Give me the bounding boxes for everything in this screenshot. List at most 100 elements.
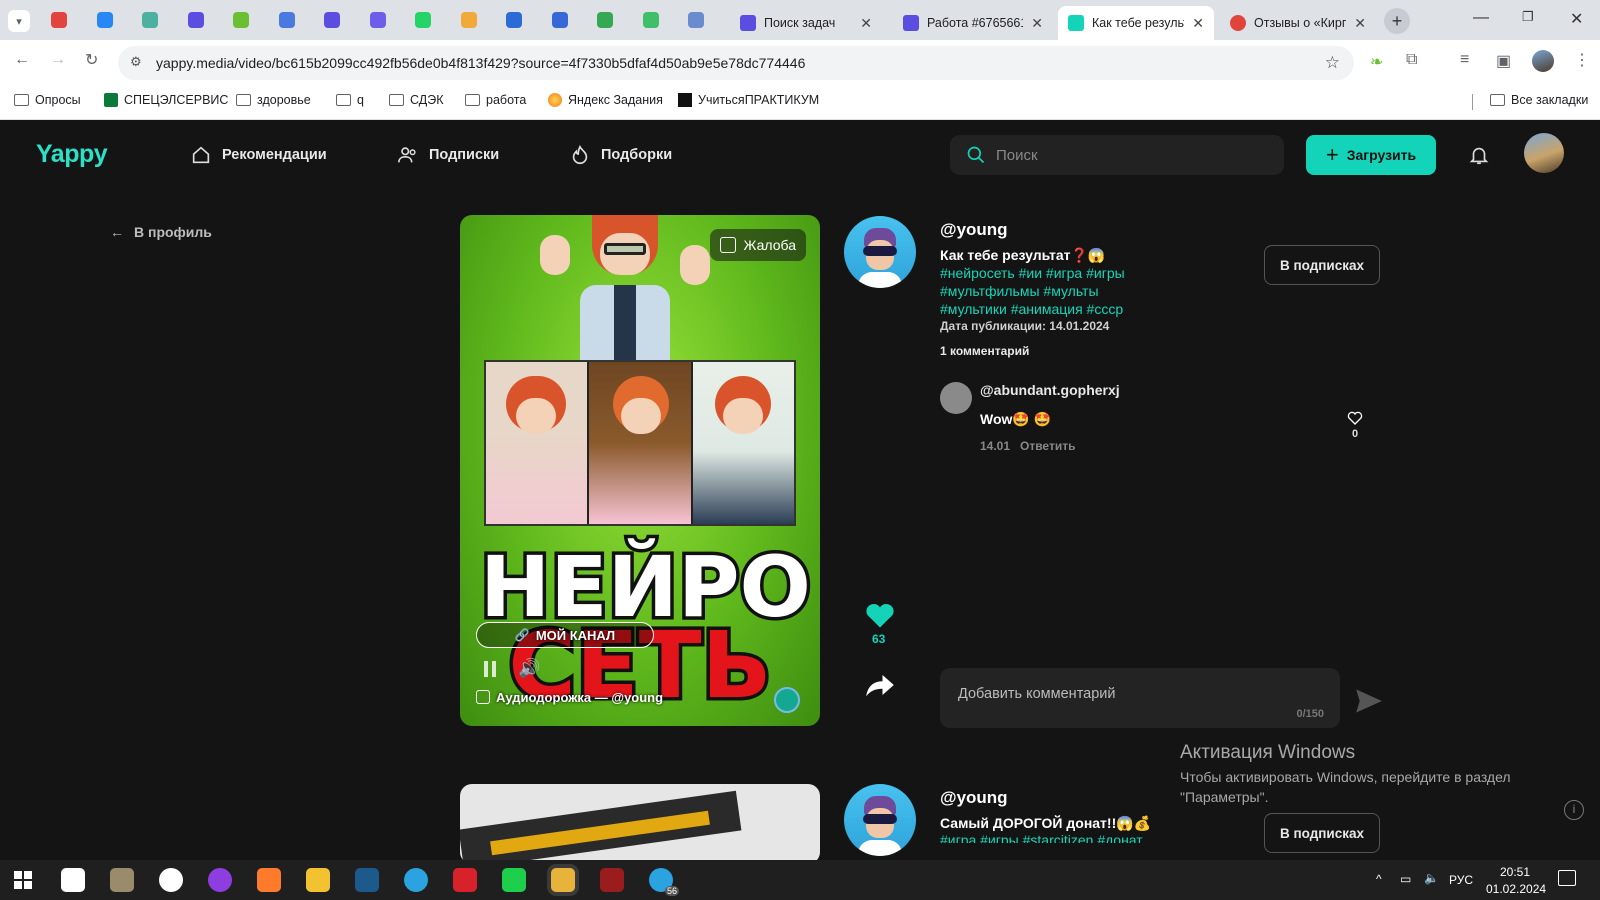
steam-icon[interactable] (355, 868, 379, 892)
pinned-tab[interactable] (365, 8, 391, 32)
tab-search-icon[interactable]: ▾ (8, 10, 30, 32)
bookmark-work[interactable]: работа (465, 93, 526, 107)
complaint-button[interactable]: Жалоба (709, 229, 806, 261)
tab-current-video[interactable]: Как тебе результат✕ (1058, 6, 1214, 40)
pinned-tab[interactable] (410, 8, 436, 32)
site-settings-icon[interactable]: ⚙ (130, 54, 142, 70)
network-icon[interactable]: ▭ (1400, 872, 1411, 886)
volume-icon[interactable]: 🔊 (518, 658, 540, 679)
subscribed-button[interactable]: В подписках (1264, 245, 1380, 285)
close-icon[interactable]: ✕ (860, 15, 872, 32)
dota-icon[interactable] (600, 868, 624, 892)
yappy-logo[interactable]: Yappy (36, 140, 108, 169)
pinned-tab[interactable] (92, 8, 118, 32)
all-bookmarks[interactable]: Все закладки (1490, 93, 1588, 107)
audio-avatar[interactable] (774, 687, 800, 713)
next-video-player[interactable] (460, 784, 820, 864)
comment-input[interactable]: Добавить комментарий 0/150 (940, 668, 1340, 728)
channel-name[interactable]: @young (940, 220, 1008, 240)
pinned-tab[interactable] (228, 8, 254, 32)
heart-icon[interactable] (865, 601, 895, 629)
pinned-tab[interactable] (456, 8, 482, 32)
comment-author[interactable]: @abundant.gopherxj (980, 382, 1120, 398)
search-input[interactable]: Поиск (950, 135, 1284, 175)
bell-icon[interactable] (1468, 144, 1490, 166)
bookmark-specelservis[interactable]: СПЕЦЭЛСЕРВИС (104, 93, 228, 107)
notifications-icon[interactable] (1558, 870, 1576, 886)
nav-recommendations[interactable]: Рекомендации (190, 144, 327, 166)
tray-chevron-icon[interactable]: ^ (1376, 872, 1382, 886)
upload-button[interactable]: + Загрузить (1306, 135, 1436, 175)
reply-link[interactable]: Ответить (1020, 439, 1075, 453)
new-tab-button[interactable]: + (1384, 8, 1410, 34)
subscribed-button-2[interactable]: В подписках (1264, 813, 1380, 853)
close-icon[interactable]: ✕ (1354, 15, 1366, 32)
bookmark-yandex-tasks[interactable]: Яндекс Задания (548, 93, 663, 107)
tab-work[interactable]: Работа #6765661 ✕ (893, 6, 1053, 40)
pinned-tab[interactable] (46, 8, 72, 32)
media-controls-icon[interactable]: ≡ (1460, 51, 1469, 69)
bookmark-health[interactable]: здоровье (236, 93, 311, 107)
pinned-tab[interactable] (592, 8, 618, 32)
profile-avatar[interactable] (1532, 50, 1554, 72)
close-icon[interactable]: ✕ (1192, 15, 1204, 32)
window-close-icon[interactable]: ✕ (1570, 9, 1583, 29)
pinned-tab[interactable] (137, 8, 163, 32)
restore-icon[interactable]: ❐ (1522, 9, 1534, 25)
send-icon[interactable] (1355, 688, 1383, 714)
reload-icon[interactable]: ↻ (85, 50, 98, 70)
user-avatar[interactable] (1524, 133, 1564, 173)
minimize-icon[interactable]: — (1473, 9, 1489, 27)
heart-outline-icon[interactable] (1347, 410, 1363, 426)
info-icon[interactable]: i (1564, 800, 1584, 820)
tab-reviews[interactable]: Отзывы о «Кирп ✕ (1220, 6, 1376, 40)
tab-task-search[interactable]: Поиск задач ✕ (730, 6, 882, 40)
file-explorer-icon[interactable] (306, 868, 330, 892)
my-channel-chip[interactable]: 🔗 МОЙ КАНАЛ (476, 622, 654, 648)
forward-arrow-icon[interactable]: → (50, 51, 66, 69)
audio-app-icon[interactable] (110, 868, 134, 892)
chrome-icon[interactable] (551, 868, 575, 892)
post-hashtags[interactable]: #нейросеть #ии #игра #игры #мультфильмы … (940, 264, 1155, 318)
clock-time[interactable]: 20:51 (1500, 865, 1530, 879)
yandex-browser-icon[interactable] (159, 868, 183, 892)
commenter-avatar[interactable] (940, 382, 972, 414)
pinned-tab[interactable] (274, 8, 300, 32)
close-icon[interactable]: ✕ (1031, 15, 1043, 32)
back-arrow-icon[interactable]: ← (14, 51, 30, 69)
telegram-badge-icon[interactable]: 56 (649, 868, 679, 896)
clock-date[interactable]: 01.02.2024 (1486, 882, 1546, 896)
pinwheel-icon[interactable] (61, 868, 85, 892)
back-to-profile-link[interactable]: ← В профиль (110, 224, 212, 240)
tor-browser-icon[interactable] (208, 868, 232, 892)
drop-app-icon[interactable] (257, 868, 281, 892)
pinned-tab[interactable] (638, 8, 664, 32)
bookmark-cdek[interactable]: СДЭК (389, 93, 443, 107)
windows-start-icon[interactable] (14, 871, 32, 889)
volume-icon[interactable]: 🔈 (1424, 871, 1439, 885)
audio-track-label[interactable]: Аудиодорожка — @young (496, 690, 663, 705)
bookmark-q[interactable]: q (336, 93, 364, 107)
razer-icon[interactable] (502, 868, 526, 892)
pause-icon[interactable] (484, 661, 498, 677)
pinned-tab[interactable] (683, 8, 709, 32)
pinned-tab[interactable] (319, 8, 345, 32)
language-indicator[interactable]: РУС (1449, 873, 1473, 887)
bookmark-praktikum[interactable]: УчитьсяПРАКТИКУМ (678, 93, 819, 107)
extensions-icon[interactable]: ⧉ (1406, 51, 1417, 69)
url-field[interactable]: ⚙ yappy.media/video/bc615b2099cc492fb56d… (118, 46, 1354, 80)
pinned-tab[interactable] (183, 8, 209, 32)
pinned-tab[interactable] (547, 8, 573, 32)
pinned-tab[interactable] (501, 8, 527, 32)
channel-name-2[interactable]: @young (940, 788, 1008, 808)
nav-collections[interactable]: Подборки (569, 144, 672, 166)
telegram-icon[interactable] (404, 868, 428, 892)
nav-subscriptions[interactable]: Подписки (397, 144, 499, 166)
amd-icon[interactable] (453, 868, 477, 892)
bookmark-opросы[interactable]: Опросы (14, 93, 81, 107)
post-hashtags-2[interactable]: #игра #игры #starcitizen #донат (940, 831, 1200, 843)
menu-kebab-icon[interactable]: ⋮ (1574, 50, 1590, 70)
share-icon[interactable] (865, 672, 895, 698)
side-panel-icon[interactable]: ▣ (1496, 51, 1511, 71)
channel-avatar[interactable] (844, 216, 916, 288)
